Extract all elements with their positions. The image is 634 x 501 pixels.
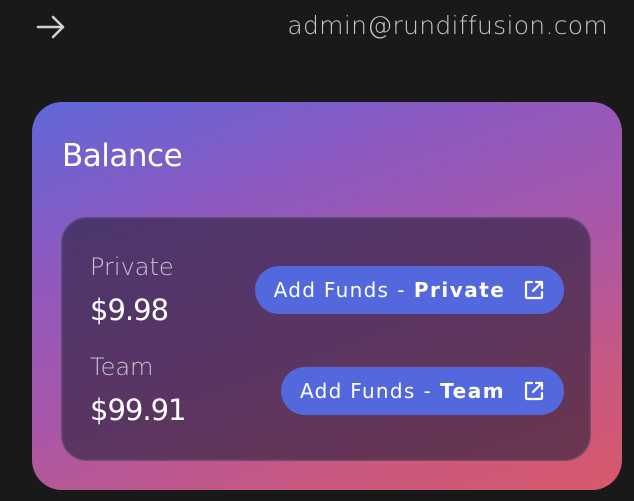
balance-card: Balance Private $9.98 Add Funds - Privat…: [32, 102, 622, 490]
external-link-icon: [523, 380, 545, 402]
add-funds-private-button[interactable]: Add Funds - Private: [255, 266, 564, 314]
account-name: Team: [440, 379, 506, 403]
add-funds-team-button[interactable]: Add Funds - Team: [281, 367, 564, 415]
team-amount: $99.91: [90, 393, 186, 427]
private-label: Private: [90, 253, 174, 281]
separator: -: [423, 379, 433, 403]
page: admin@rundiffusion.com Balance Private $…: [0, 0, 634, 501]
separator: -: [397, 278, 406, 302]
user-email: admin@rundiffusion.com: [287, 11, 608, 40]
team-label: Team: [90, 353, 154, 381]
private-amount: $9.98: [90, 293, 169, 327]
back-button[interactable]: [34, 10, 68, 44]
add-funds-label: Add Funds: [273, 278, 390, 302]
account-name: Private: [413, 278, 506, 302]
balance-title: Balance: [62, 138, 183, 174]
arrow-right-icon: [36, 15, 65, 39]
add-funds-label: Add Funds: [299, 379, 416, 403]
balance-accounts-panel: Private $9.98 Add Funds - Private Team $…: [61, 217, 591, 461]
external-link-icon: [523, 279, 545, 301]
